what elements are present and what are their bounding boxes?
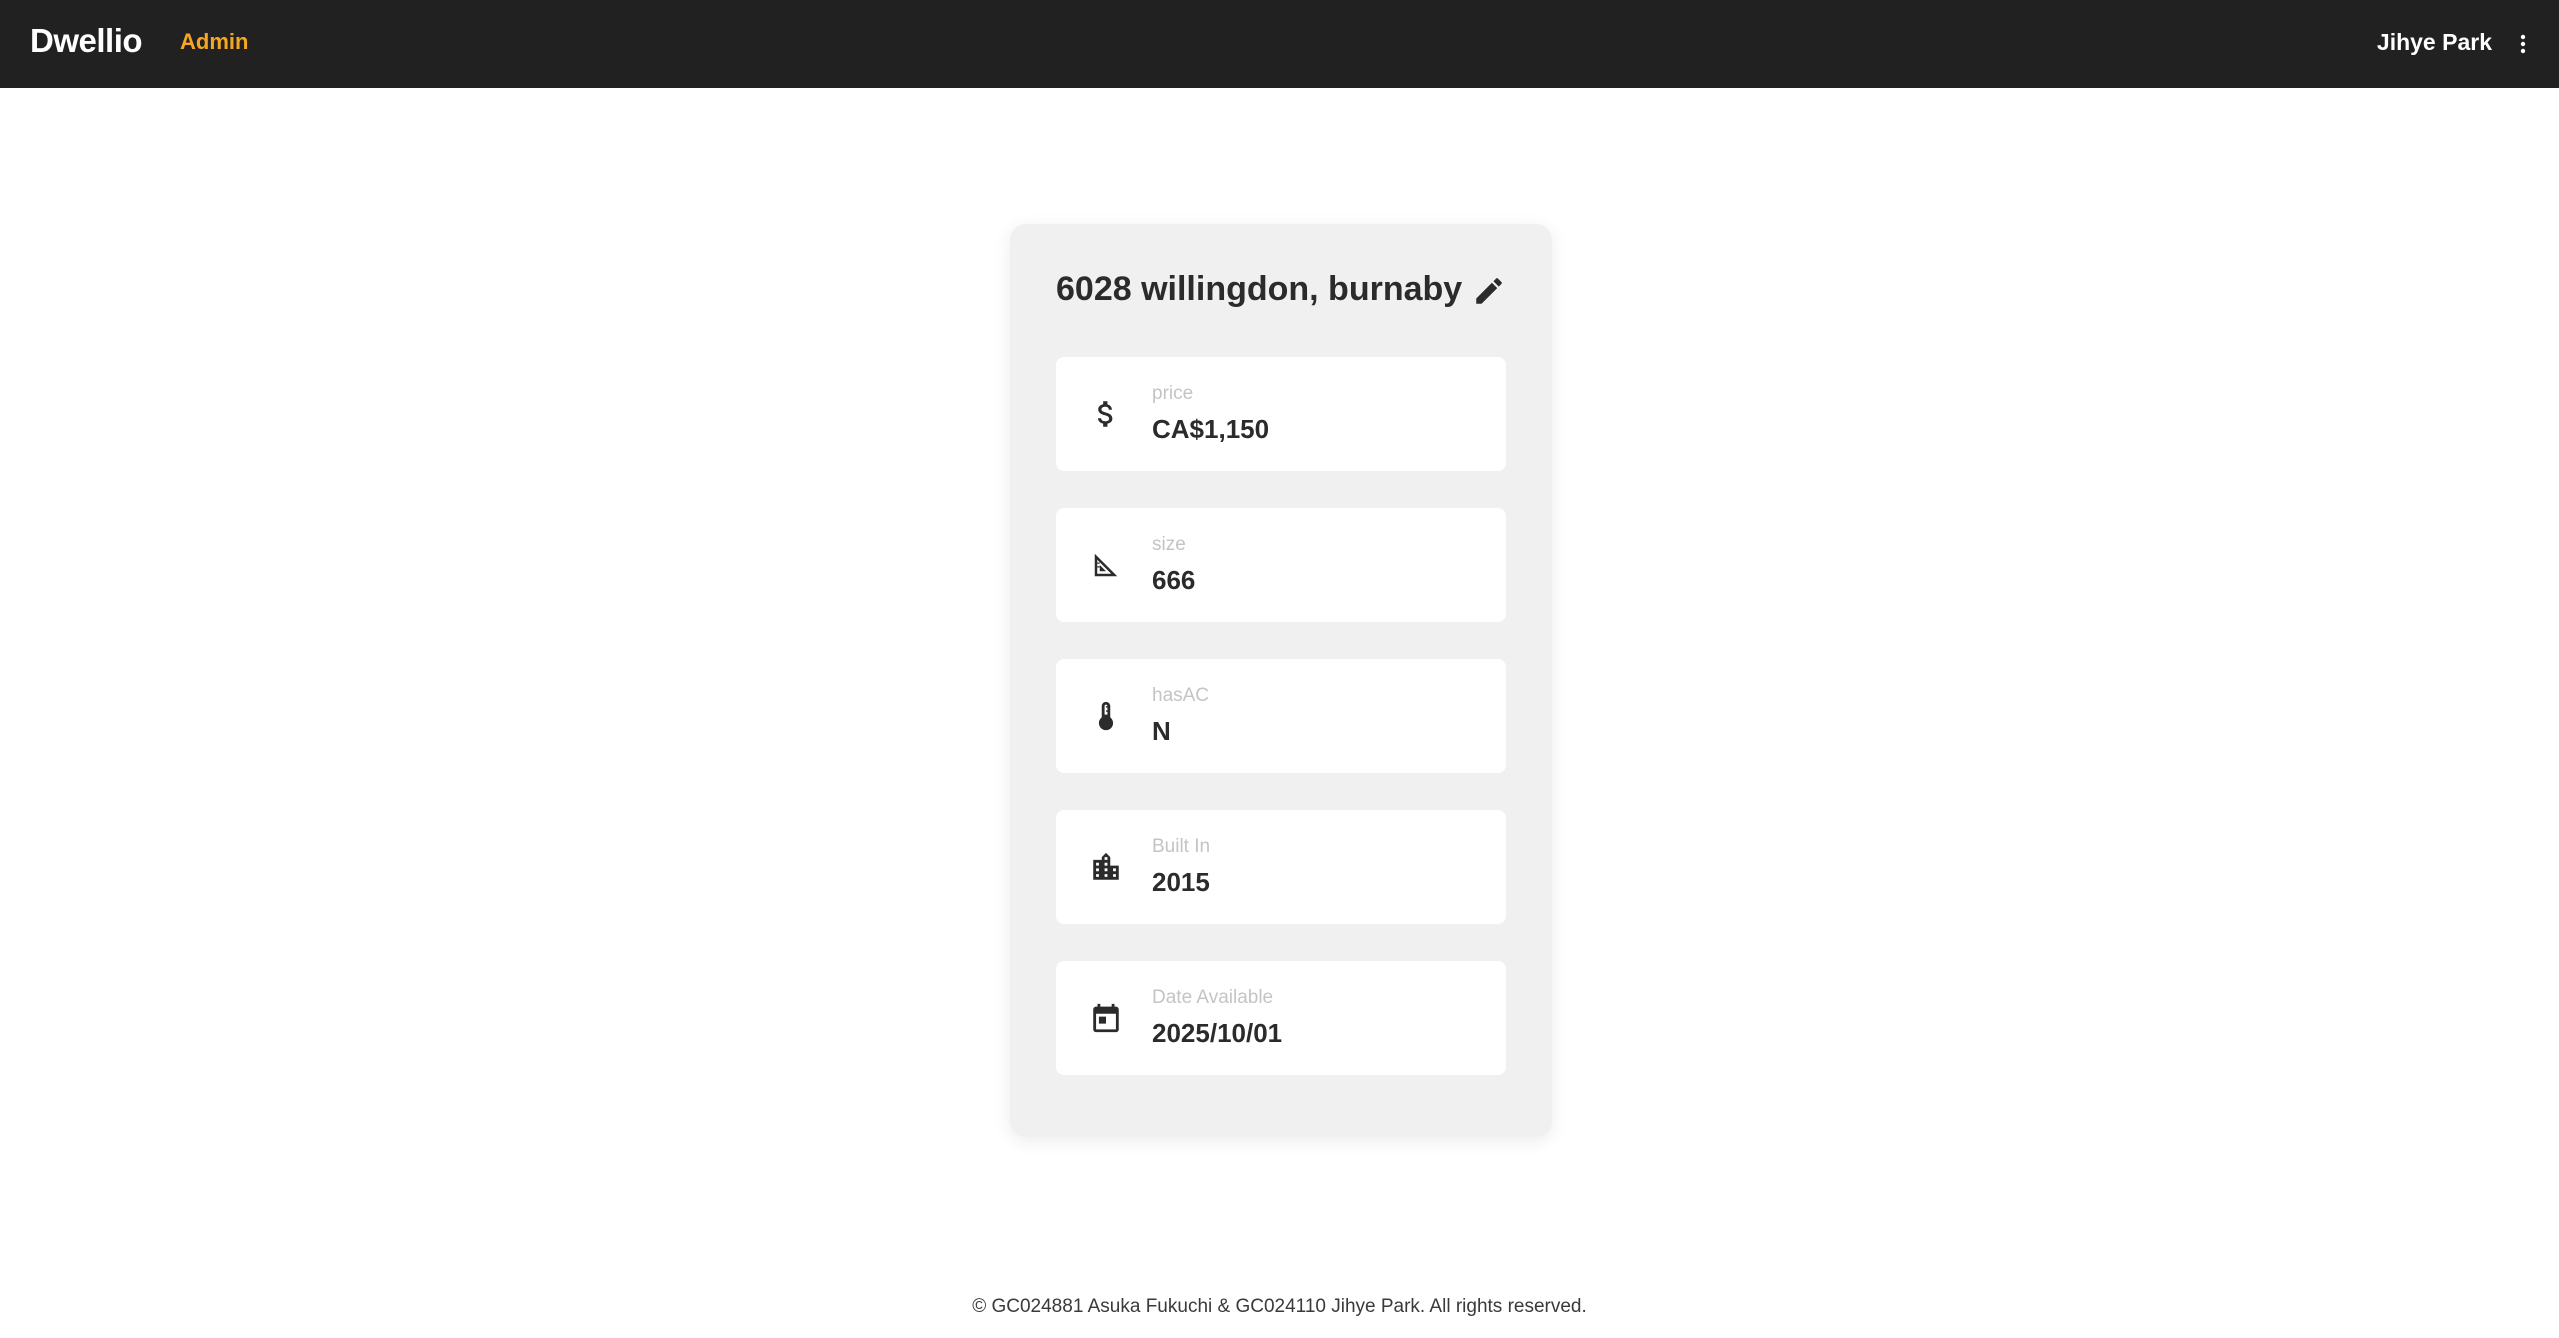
footer-copyright: © GC024881 Asuka Fukuchi & GC024110 Jihy… <box>972 1296 1587 1317</box>
set-square-icon <box>1086 545 1126 585</box>
field-value: 666 <box>1152 565 1196 595</box>
field-value: CA$1,150 <box>1152 414 1270 444</box>
field-value: 2015 <box>1152 867 1210 897</box>
field-label: Built In <box>1152 836 1211 857</box>
field-label: Date Available <box>1152 987 1274 1008</box>
field-price: price CA$1,150 <box>1056 357 1506 471</box>
more-menu-button[interactable] <box>2505 26 2541 62</box>
brand-logo[interactable]: Dwellio <box>30 22 143 60</box>
field-date-available: Date Available 2025/10/01 <box>1056 961 1506 1075</box>
field-built-in: Built In 2015 <box>1056 810 1506 924</box>
more-vert-icon <box>2520 34 2526 54</box>
field-label: price <box>1152 383 1194 404</box>
field-has-ac: hasAC N <box>1056 659 1506 773</box>
listing-card: 6028 willingdon, burnaby price CA$1,150 … <box>1010 224 1552 1137</box>
listing-title: 6028 willingdon, burnaby <box>1056 270 1463 308</box>
building-icon <box>1086 847 1126 887</box>
edit-button[interactable] <box>1466 268 1512 314</box>
field-value: 2025/10/01 <box>1152 1018 1283 1048</box>
pencil-icon <box>1476 278 1502 304</box>
dollar-icon <box>1086 394 1126 434</box>
top-app-bar: Dwellio Admin Jihye Park <box>0 0 2559 88</box>
admin-link[interactable]: Admin <box>180 29 248 55</box>
field-value: N <box>1152 716 1171 746</box>
calendar-icon <box>1086 998 1126 1038</box>
thermometer-icon <box>1086 696 1126 736</box>
user-name: Jihye Park <box>2376 29 2492 55</box>
field-label: size <box>1152 534 1186 555</box>
field-label: hasAC <box>1152 685 1210 706</box>
field-size: size 666 <box>1056 508 1506 622</box>
